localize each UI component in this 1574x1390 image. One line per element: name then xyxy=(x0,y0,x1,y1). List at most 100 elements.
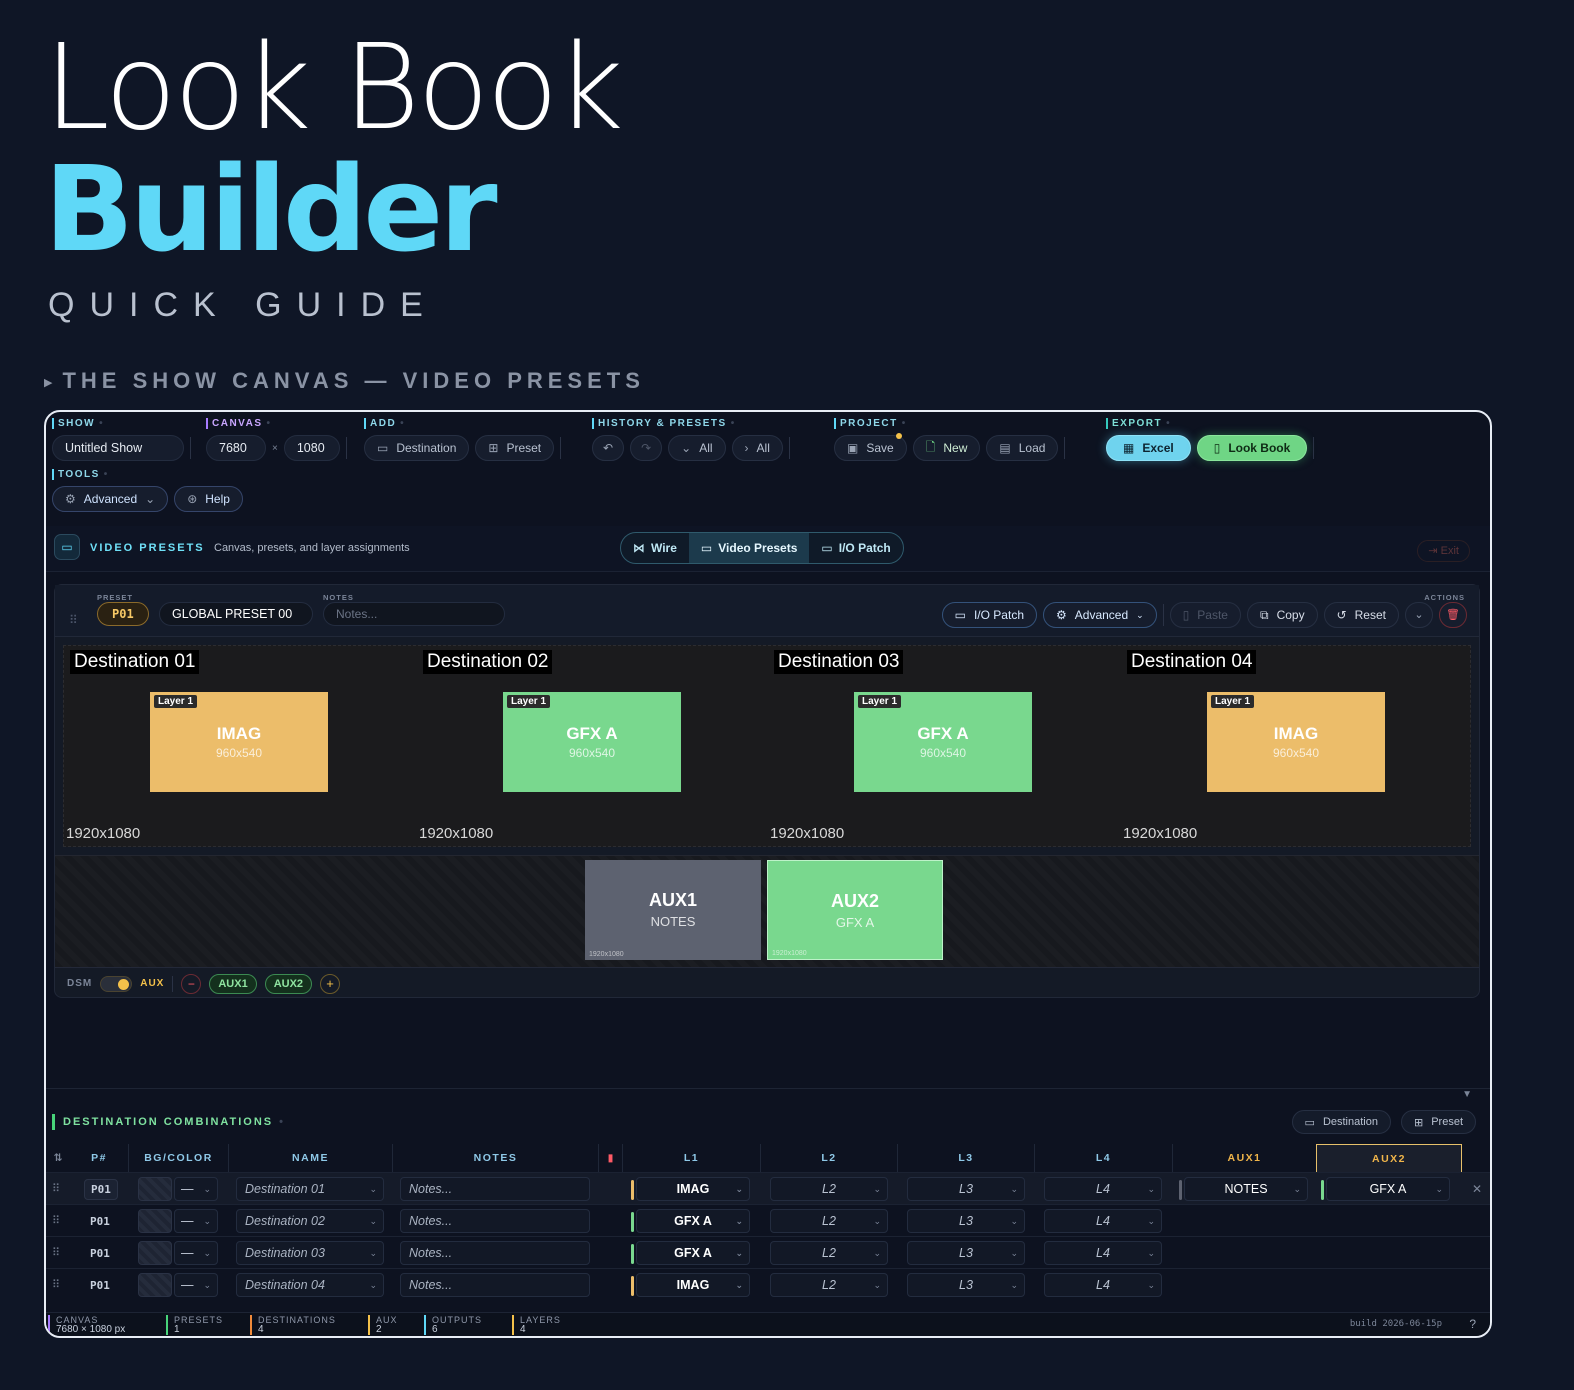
col-header-l3[interactable]: L3 xyxy=(897,1144,1034,1172)
l2-select[interactable]: L2 ⌄ xyxy=(770,1209,888,1233)
layer-block[interactable]: Layer 1 GFX A 960x540 xyxy=(854,692,1032,792)
col-header-l4[interactable]: L4 xyxy=(1034,1144,1172,1172)
preset-number[interactable]: P01 xyxy=(84,1179,118,1200)
add-aux-button[interactable]: + xyxy=(320,973,341,994)
advanced-dropdown[interactable]: ⚙ Advanced ⌄ xyxy=(52,486,169,512)
l4-select[interactable]: L4 ⌄ xyxy=(1044,1241,1162,1265)
panel-splitter[interactable]: ▼ xyxy=(46,1088,1490,1102)
col-header-aux1[interactable]: AUX1 xyxy=(1172,1144,1316,1172)
collapse-all-button[interactable]: ⌄ All xyxy=(668,435,726,461)
close-icon[interactable]: ✕ xyxy=(1472,1177,1482,1201)
col-header-name[interactable]: NAME xyxy=(228,1144,392,1172)
combos-add-preset-button[interactable]: ⊞ Preset xyxy=(1400,1110,1476,1134)
col-header-l1[interactable]: L1 xyxy=(622,1144,760,1172)
bg-color-swatch[interactable] xyxy=(138,1209,172,1233)
destination-card[interactable]: Destination 04 Layer 1 IMAG 960x540 1920… xyxy=(1121,646,1473,846)
preset-notes-input[interactable]: Notes... xyxy=(323,602,505,626)
canvas-width-input[interactable]: 7680 xyxy=(206,435,266,461)
new-button[interactable]: 🗋 New xyxy=(912,435,981,461)
bg-color-swatch[interactable] xyxy=(138,1273,172,1297)
expand-all-button[interactable]: › All xyxy=(731,435,783,461)
reset-button[interactable]: ↺ Reset xyxy=(1323,602,1399,628)
destination-card[interactable]: Destination 01 Layer 1 IMAG 960x540 1920… xyxy=(64,646,416,846)
l3-select[interactable]: L3 ⌄ xyxy=(907,1177,1025,1201)
col-header-p[interactable]: P# xyxy=(70,1144,128,1172)
l4-select[interactable]: L4 ⌄ xyxy=(1044,1209,1162,1233)
notes-input[interactable]: Notes... xyxy=(400,1209,590,1233)
destination-name-select[interactable]: Destination 03 ⌄ xyxy=(236,1241,384,1265)
canvas-height-input[interactable]: 1080 xyxy=(283,435,340,461)
export-excel-button[interactable]: ▦ Excel xyxy=(1106,435,1191,461)
layer-block[interactable]: Layer 1 GFX A 960x540 xyxy=(503,692,681,792)
undo-button[interactable]: ↶ xyxy=(592,435,625,461)
aux-pill[interactable]: AUX1 xyxy=(209,973,257,994)
l4-select[interactable]: L4 ⌄ xyxy=(1044,1273,1162,1297)
preset-number[interactable]: P01 xyxy=(84,1247,116,1260)
save-button[interactable]: ▣ Save xyxy=(834,433,907,461)
notes-input[interactable]: Notes... xyxy=(400,1273,590,1297)
l2-select[interactable]: L2 ⌄ xyxy=(770,1273,888,1297)
col-header-l2[interactable]: L2 xyxy=(760,1144,897,1172)
l4-select[interactable]: L4 ⌄ xyxy=(1044,1177,1162,1201)
paste-button[interactable]: ▯ Paste xyxy=(1169,602,1241,628)
destination-card[interactable]: Destination 03 Layer 1 GFX A 960x540 192… xyxy=(768,646,1120,846)
col-header-aux2[interactable]: AUX2 xyxy=(1316,1144,1462,1172)
table-row[interactable]: ⠿ P01 — ⌄ Destination 03 ⌄ Notes... GFX A ⌄… xyxy=(46,1236,1490,1268)
sort-icon[interactable]: ⇅ xyxy=(46,1144,70,1172)
load-button[interactable]: ▤ Load xyxy=(986,435,1059,461)
redo-button[interactable]: ↷ xyxy=(630,435,663,461)
bg-color-swatch[interactable] xyxy=(138,1177,172,1201)
aux-card[interactable]: AUX2 GFX A 1920x1080 xyxy=(767,860,943,960)
tab-video-presets[interactable]: ▭ Video Presets xyxy=(688,533,810,563)
layer-block[interactable]: Layer 1 IMAG 960x540 xyxy=(150,692,328,792)
collapse-preset-button[interactable]: ⌄ xyxy=(1405,602,1433,628)
l2-select[interactable]: L2 ⌄ xyxy=(770,1177,888,1201)
exit-button[interactable]: ⇥ Exit xyxy=(1417,540,1470,562)
aux-card[interactable]: AUX1 NOTES 1920x1080 xyxy=(585,860,761,960)
destination-name-select[interactable]: Destination 04 ⌄ xyxy=(236,1273,384,1297)
help-button[interactable]: ⊛ Help xyxy=(174,486,243,512)
add-destination-button[interactable]: ▭ Destination xyxy=(364,435,470,461)
add-preset-button[interactable]: ⊞ Preset xyxy=(475,435,555,461)
tab-wire[interactable]: ⋈ Wire xyxy=(621,533,689,563)
drag-handle-icon[interactable]: ⠿ xyxy=(52,1177,60,1201)
chevron-down-icon[interactable]: ▼ xyxy=(1462,1089,1472,1100)
preset-advanced-dropdown[interactable]: ⚙ Advanced ⌄ xyxy=(1043,602,1157,628)
l1-select[interactable]: IMAG ⌄ xyxy=(631,1177,750,1201)
col-header-bg[interactable]: BG/COLOR xyxy=(128,1144,228,1172)
remove-aux-button[interactable]: − xyxy=(181,973,202,994)
aux1-select[interactable]: NOTES ⌄ xyxy=(1179,1177,1308,1201)
destination-card[interactable]: Destination 02 Layer 1 GFX A 960x540 192… xyxy=(417,646,769,846)
bg-color-swatch[interactable] xyxy=(138,1241,172,1265)
drag-handle-icon[interactable]: ⠿ xyxy=(69,613,78,627)
l3-select[interactable]: L3 ⌄ xyxy=(907,1209,1025,1233)
copy-button[interactable]: ⧉ Copy xyxy=(1246,602,1318,628)
preset-number[interactable]: P01 xyxy=(84,1215,116,1228)
notes-input[interactable]: Notes... xyxy=(400,1177,590,1201)
l1-select[interactable]: GFX A ⌄ xyxy=(631,1241,750,1265)
layer-block[interactable]: Layer 1 IMAG 960x540 xyxy=(1207,692,1385,792)
aux2-select[interactable]: GFX A ⌄ xyxy=(1321,1177,1450,1201)
bg-select[interactable]: — ⌄ xyxy=(174,1177,218,1201)
col-header-notes[interactable]: NOTES xyxy=(392,1144,598,1172)
l3-select[interactable]: L3 ⌄ xyxy=(907,1273,1025,1297)
destination-name-select[interactable]: Destination 02 ⌄ xyxy=(236,1209,384,1233)
drag-handle-icon[interactable]: ⠿ xyxy=(52,1209,60,1233)
l1-select[interactable]: IMAG ⌄ xyxy=(631,1273,750,1297)
preset-name-input[interactable]: GLOBAL PRESET 00 xyxy=(159,602,313,626)
bg-select[interactable]: — ⌄ xyxy=(174,1241,218,1265)
preset-number[interactable]: P01 xyxy=(84,1279,116,1292)
help-icon[interactable]: ? xyxy=(1469,1317,1476,1331)
table-row[interactable]: ⠿ P01 — ⌄ Destination 04 ⌄ Notes... IMAG ⌄ … xyxy=(46,1268,1490,1300)
tab-io-patch[interactable]: ▭ I/O Patch xyxy=(809,533,902,563)
l3-select[interactable]: L3 ⌄ xyxy=(907,1241,1025,1265)
l2-select[interactable]: L2 ⌄ xyxy=(770,1241,888,1265)
destination-name-select[interactable]: Destination 01 ⌄ xyxy=(236,1177,384,1201)
notes-input[interactable]: Notes... xyxy=(400,1241,590,1265)
l1-select[interactable]: GFX A ⌄ xyxy=(631,1209,750,1233)
show-name-input[interactable]: Untitled Show xyxy=(52,435,184,461)
bg-select[interactable]: — ⌄ xyxy=(174,1273,218,1297)
dsm-toggle[interactable] xyxy=(100,975,133,992)
drag-handle-icon[interactable]: ⠿ xyxy=(52,1273,60,1297)
bg-select[interactable]: — ⌄ xyxy=(174,1209,218,1233)
